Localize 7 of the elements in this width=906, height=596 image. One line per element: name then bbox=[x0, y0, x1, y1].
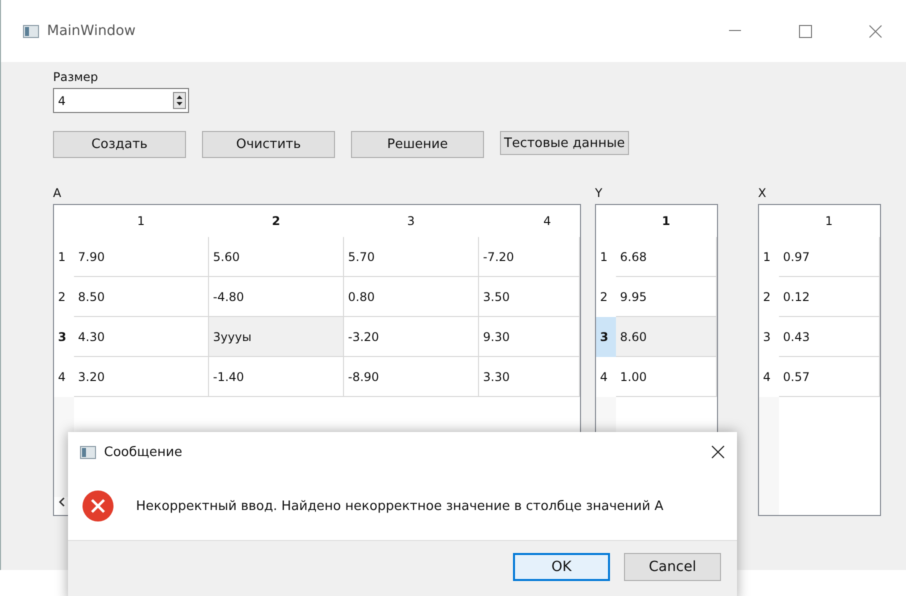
table-label: Y bbox=[595, 186, 604, 202]
dialog-title: Сообщение bbox=[104, 444, 184, 460]
window-title: MainWindow bbox=[47, 23, 137, 39]
table-label: X bbox=[758, 186, 768, 202]
spinbox-value: 4 bbox=[58, 94, 66, 108]
size-label: Размер bbox=[53, 70, 98, 84]
table-label: A bbox=[53, 186, 62, 202]
